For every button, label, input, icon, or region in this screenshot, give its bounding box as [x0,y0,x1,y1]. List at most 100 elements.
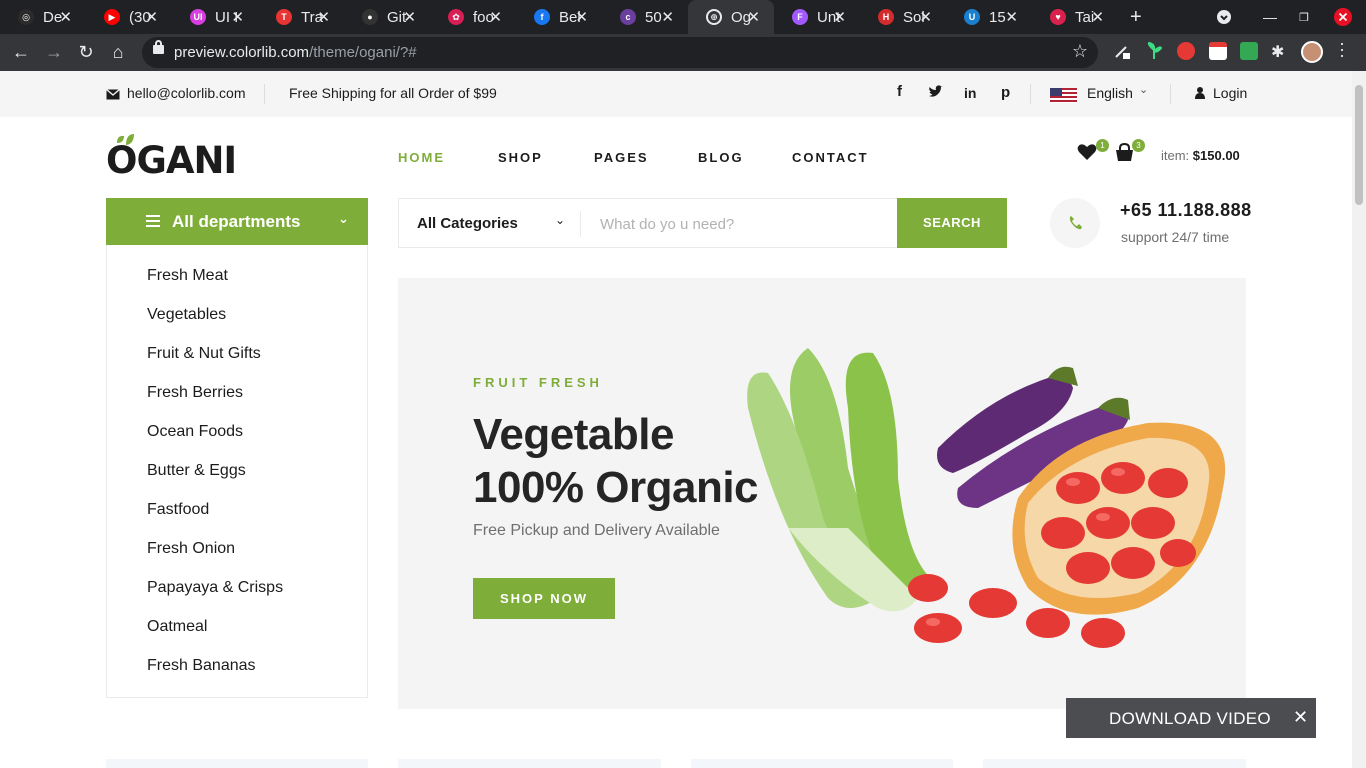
category-item[interactable]: Fastfood [107,493,367,532]
close-icon[interactable]: ✕ [1293,707,1308,728]
category-item[interactable]: Oatmeal [107,610,367,649]
tab-close-icon[interactable]: ✕ [833,8,846,26]
browser-tab[interactable]: ● Git ✕ [344,0,430,34]
category-card[interactable] [983,759,1246,768]
tab-close-icon[interactable]: ✕ [489,8,502,26]
nav-home[interactable]: HOME [398,150,445,165]
browser-menu-icon[interactable]: · · · [1339,34,1345,64]
facebook-icon[interactable]: f [897,83,902,100]
browser-tab[interactable]: ✿ foo ✕ [430,0,516,34]
minimize-icon[interactable]: — [1258,0,1282,34]
browser-tab[interactable]: ⊕ Og ✕ [688,0,774,34]
stop-extension-icon[interactable] [1177,42,1195,60]
chevron-down-icon[interactable]: ⌄ [1139,83,1148,96]
tab-close-icon[interactable]: ✕ [747,8,760,26]
browser-tab[interactable]: ▶ (30 ✕ [86,0,172,34]
search-form: All Categories ⌄ SEARCH [398,198,1007,248]
puzzle-extensions-icon[interactable]: ✱ [1271,42,1289,61]
download-video-banner[interactable]: DOWNLOAD VIDEO ✕ [1066,698,1316,738]
category-card[interactable] [106,759,368,768]
logo[interactable]: OGANI [106,139,237,182]
back-icon[interactable]: ← [10,42,32,63]
nav-contact[interactable]: CONTACT [792,150,869,165]
plant-extension-icon[interactable] [1145,41,1163,60]
tab-close-icon[interactable]: ✕ [317,8,330,26]
close-window-icon[interactable] [1333,0,1353,34]
new-tab-button[interactable]: + [1118,0,1158,34]
twitter-icon[interactable] [928,85,943,101]
top-bar: hello@colorlib.com Free Shipping for all… [0,71,1352,117]
category-item[interactable]: Butter & Eggs [107,454,367,493]
category-item[interactable]: Fresh Berries [107,376,367,415]
tab-favicon-icon: ⊕ [706,9,722,25]
photo-extension-icon[interactable] [1240,42,1258,60]
nav-pages[interactable]: PAGES [594,150,649,165]
support-text: support 24/7 time [1121,229,1230,245]
category-item[interactable]: Vegetables [107,298,367,337]
browser-tab[interactable]: f Bel ✕ [516,0,602,34]
category-card[interactable] [398,759,661,768]
tab-favicon-icon: ♥ [1050,9,1066,25]
shop-now-button[interactable]: SHOP NOW [473,578,615,619]
search-input[interactable] [600,213,890,235]
tab-favicon-icon: UI [190,9,206,25]
tab-search-icon[interactable] [1212,0,1236,34]
linkedin-icon[interactable]: in [964,85,976,101]
language-select[interactable]: English [1087,85,1133,101]
tab-close-icon[interactable]: ✕ [403,8,416,26]
browser-tab[interactable]: c 50 ✕ [602,0,688,34]
category-item[interactable]: Papayaya & Crisps [107,571,367,610]
heart-icon[interactable] [1077,143,1097,166]
tab-close-icon[interactable]: ✕ [919,8,932,26]
category-item[interactable]: Fresh Meat [107,259,367,298]
tab-close-icon[interactable]: ✕ [59,8,72,26]
tab-close-icon[interactable]: ✕ [661,8,674,26]
tab-close-icon[interactable]: ✕ [575,8,588,26]
browser-tab[interactable]: U 15 ✕ [946,0,1032,34]
page-scrollbar[interactable] [1352,71,1366,768]
bookmark-star-icon[interactable]: ☆ [1072,41,1088,62]
browser-tab[interactable]: H Sol ✕ [860,0,946,34]
browser-tab[interactable]: UI UI I ✕ [172,0,258,34]
browser-tab[interactable]: T Tra ✕ [258,0,344,34]
forward-icon[interactable]: → [43,42,65,63]
tab-favicon-icon: F [792,9,808,25]
web-page: hello@colorlib.com Free Shipping for all… [0,71,1352,768]
login-link[interactable]: Login [1213,85,1247,101]
browser-tab[interactable]: ♥ Tai ✕ [1032,0,1118,34]
restore-icon[interactable]: ❐ [1292,0,1316,34]
browser-tab[interactable]: ◎ De ✕ [0,0,86,34]
tab-close-icon[interactable]: ✕ [231,8,244,26]
category-card[interactable] [691,759,953,768]
cart-total: item: $150.00 [1161,148,1240,163]
tab-close-icon[interactable]: ✕ [145,8,158,26]
calendar-extension-icon[interactable] [1209,42,1227,60]
category-item[interactable]: Fresh Onion [107,532,367,571]
url-text: preview.colorlib.com/theme/ogani/?# [174,44,417,61]
tab-close-icon[interactable]: ✕ [1005,8,1018,26]
address-bar[interactable]: preview.colorlib.com/theme/ogani/?# ☆ [142,37,1098,68]
category-item[interactable]: Fresh Bananas [107,649,367,688]
category-item[interactable]: Ocean Foods [107,415,367,454]
hero-kicker: FRUIT FRESH [473,375,603,390]
vegetables-image [747,348,1226,648]
profile-avatar[interactable] [1301,41,1323,63]
tab-favicon-icon: H [878,9,894,25]
category-item[interactable]: Fruit & Nut Gifts [107,337,367,376]
all-departments-toggle[interactable]: All departments ⌄ [106,198,368,245]
nav-blog[interactable]: BLOG [698,150,744,165]
cart-count-badge: 3 [1132,139,1145,152]
reload-icon[interactable]: ↻ [75,42,97,63]
hero-subtitle: Free Pickup and Delivery Available [473,522,720,539]
tab-close-icon[interactable]: ✕ [1091,8,1104,26]
pen-extension-icon[interactable] [1113,42,1131,60]
home-icon[interactable]: ⌂ [107,42,129,63]
tab-favicon-icon: T [276,9,292,25]
browser-tab[interactable]: F Unt ✕ [774,0,860,34]
chevron-down-icon[interactable]: ⌄ [555,213,565,227]
scrollbar-thumb[interactable] [1355,85,1363,205]
nav-shop[interactable]: SHOP [498,150,543,165]
pinterest-icon[interactable]: p [1001,84,1010,101]
search-button[interactable]: SEARCH [897,198,1007,248]
category-select[interactable]: All Categories [417,215,518,232]
